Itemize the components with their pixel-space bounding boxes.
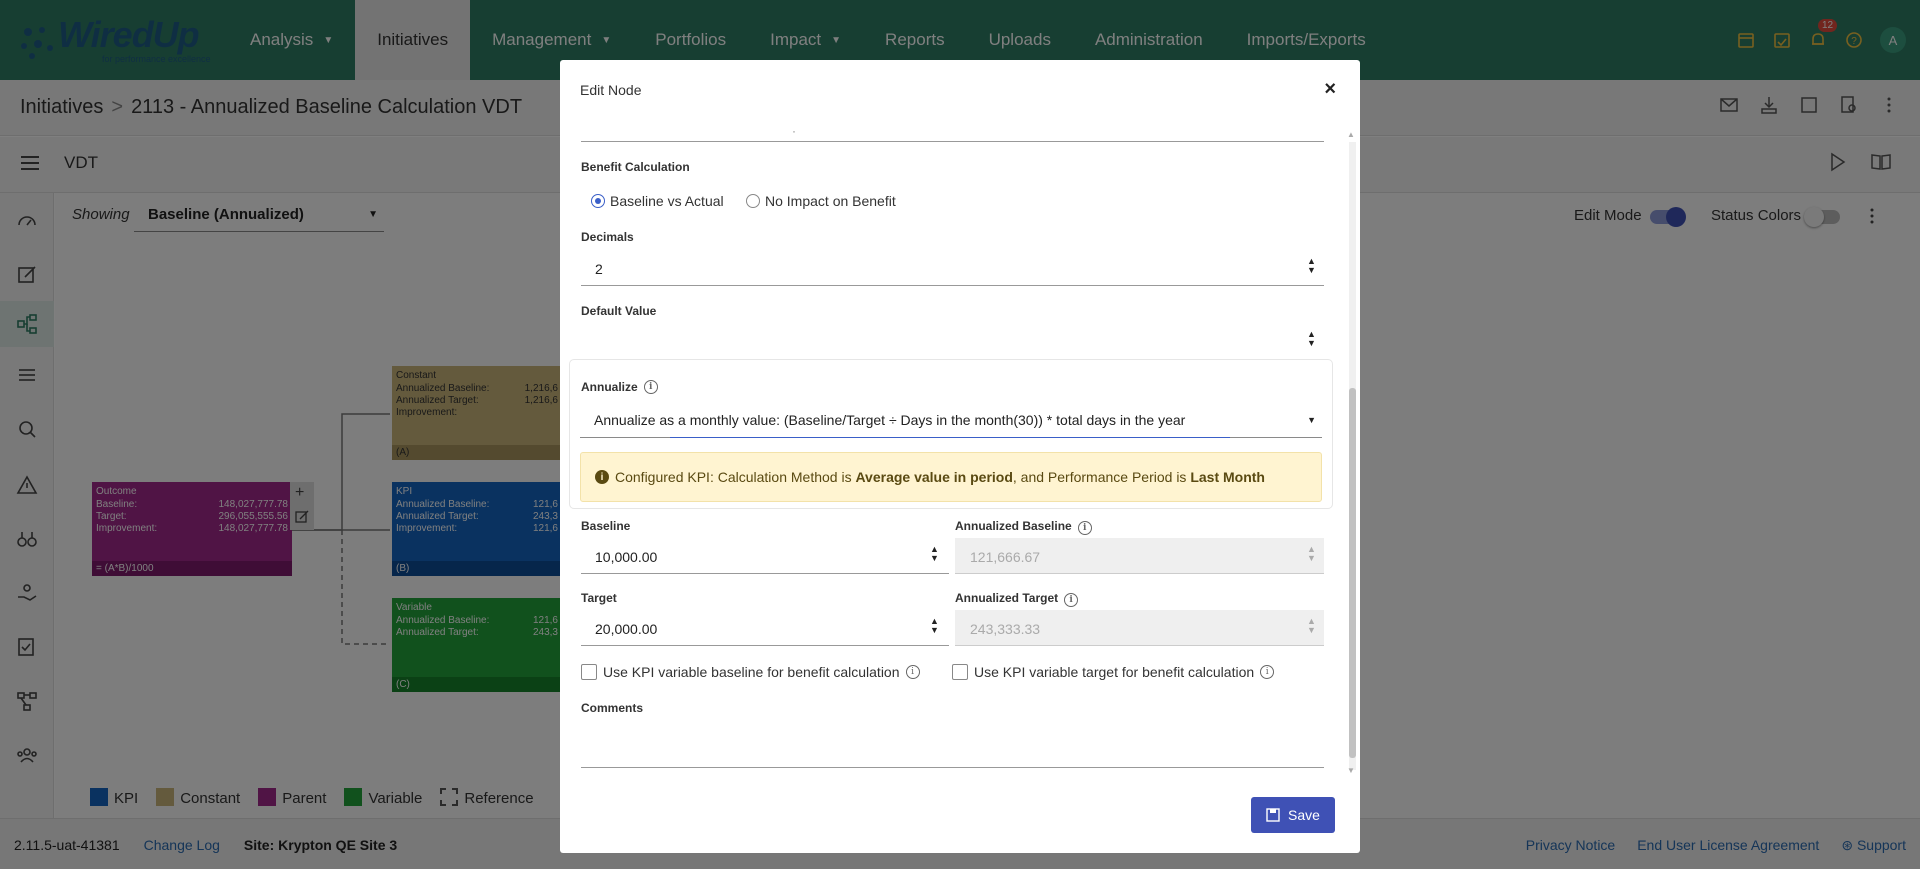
target-value: 20,000.00 [595, 621, 658, 637]
annualized-target-value: 243,333.33 [970, 621, 1041, 637]
annualize-label: Annualize i [581, 380, 658, 394]
baseline-label: Baseline [581, 519, 631, 533]
partial-field[interactable] [581, 140, 1324, 142]
modal-title: Edit Node [580, 82, 642, 98]
info-icon[interactable]: i [1260, 665, 1275, 679]
annualize-panel: Annualize i Annualize as a monthly value:… [570, 360, 1332, 508]
decimals-input[interactable] [581, 250, 1324, 286]
annualize-select[interactable]: Annualize as a monthly value: (Baseline/… [580, 402, 1322, 438]
radio-button [746, 194, 760, 208]
radio-label: Baseline vs Actual [610, 193, 724, 209]
info-icon[interactable]: i [905, 665, 920, 679]
comments-label: Comments [581, 701, 644, 715]
scroll-up-icon[interactable]: ▲ [1347, 130, 1355, 139]
target-stepper[interactable]: ▲ ▼ [930, 617, 939, 635]
radio-label: No Impact on Benefit [765, 193, 896, 209]
use-kpi-baseline-checkbox[interactable]: Use KPI variable baseline for benefit ca… [581, 664, 920, 680]
label-text: Annualize [581, 380, 638, 394]
focus-underline [670, 437, 1230, 438]
use-kpi-target-checkbox[interactable]: Use KPI variable target for benefit calc… [952, 664, 1275, 680]
alert-text: , and Performance Period is [1012, 469, 1191, 485]
target-label: Target [581, 591, 617, 605]
scroll-thumb[interactable] [1349, 388, 1356, 758]
default-value-label: Default Value [581, 304, 657, 318]
checkbox-label: Use KPI variable target for benefit calc… [974, 664, 1255, 680]
annualize-value: Annualize as a monthly value: (Baseline/… [594, 412, 1186, 428]
radio-baseline-vs-actual[interactable]: Baseline vs Actual [591, 193, 724, 209]
annualized-target-label: Annualized Target i [955, 591, 1079, 607]
calc-method-value: Average value in period [855, 469, 1013, 485]
info-icon: i [595, 470, 609, 484]
close-icon[interactable]: × [1324, 78, 1336, 101]
partial-field-value: · [792, 124, 796, 138]
decimals-value: 2 [595, 261, 603, 277]
performance-period-value: Last Month [1190, 469, 1265, 485]
checkbox [581, 664, 597, 680]
radio-button [591, 194, 605, 208]
annualized-baseline-label: Annualized Baseline i [955, 519, 1092, 535]
annualized-baseline-value: 121,666.67 [970, 549, 1041, 565]
caret-down-icon: ▼ [1307, 415, 1316, 425]
annualized-baseline-stepper: ▲ ▼ [1307, 544, 1316, 563]
info-icon[interactable]: i [1077, 521, 1092, 535]
comments-textarea[interactable] [581, 722, 1324, 768]
baseline-stepper[interactable]: ▲ ▼ [930, 545, 939, 563]
info-icon[interactable]: i [643, 380, 658, 394]
benefit-calc-label: Benefit Calculation [581, 160, 690, 174]
save-icon [1266, 808, 1280, 822]
checkbox [952, 664, 968, 680]
scroll-down-icon[interactable]: ▼ [1347, 766, 1355, 775]
decimals-label: Decimals [581, 230, 634, 244]
default-value-stepper[interactable]: ▲ ▼ [1307, 330, 1316, 348]
modal-scrollbar[interactable]: ▲ ▼ [1347, 130, 1357, 775]
label-text: Annualized Target [955, 591, 1059, 605]
label-text: Annualized Baseline [955, 519, 1072, 533]
kpi-config-alert: i Configured KPI: Calculation Method is … [580, 452, 1322, 502]
annualized-target-stepper: ▲ ▼ [1307, 616, 1316, 635]
alert-text: Configured KPI: Calculation Method is [615, 469, 856, 485]
save-button[interactable]: Save [1251, 797, 1335, 833]
baseline-value: 10,000.00 [595, 549, 658, 565]
save-label: Save [1288, 807, 1320, 823]
checkbox-label: Use KPI variable baseline for benefit ca… [603, 664, 900, 680]
radio-no-impact[interactable]: No Impact on Benefit [746, 193, 896, 209]
info-icon[interactable]: i [1064, 593, 1079, 607]
decimals-stepper[interactable]: ▲ ▼ [1307, 257, 1316, 275]
